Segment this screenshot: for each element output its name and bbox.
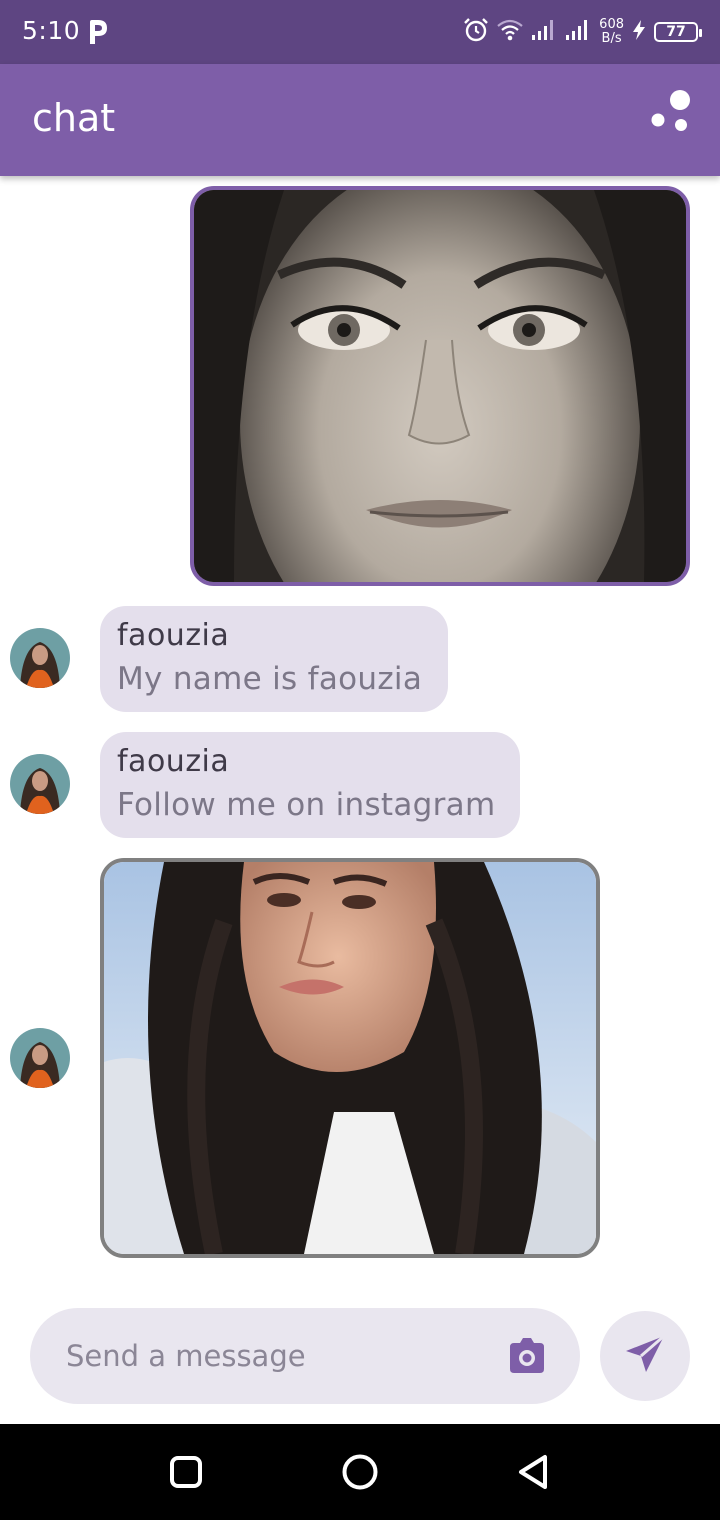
avatar[interactable] bbox=[10, 628, 70, 688]
avatar[interactable] bbox=[10, 754, 70, 814]
avatar[interactable] bbox=[10, 1028, 70, 1088]
camera-icon[interactable] bbox=[506, 1335, 548, 1377]
photo-portrait-selfie bbox=[104, 862, 596, 1254]
send-icon bbox=[624, 1334, 666, 1378]
message-composer bbox=[30, 1308, 580, 1404]
photo-portrait-sepia bbox=[194, 190, 686, 582]
net-speed: 608 B/s bbox=[599, 18, 624, 46]
send-button[interactable] bbox=[600, 1311, 690, 1401]
message-bubble[interactable]: faouzia My name is faouzia bbox=[100, 606, 448, 712]
message-bubble[interactable]: faouzia Follow me on instagram bbox=[100, 732, 520, 838]
chat-screen: 5:10 608 B/s 77 chat faouzia My name is … bbox=[0, 0, 720, 1520]
status-icons: 608 B/s 77 bbox=[463, 14, 702, 50]
battery-icon: 77 bbox=[654, 22, 702, 42]
three-dots-icon[interactable] bbox=[648, 88, 696, 136]
battery-level: 77 bbox=[666, 24, 686, 40]
received-image-message[interactable] bbox=[100, 858, 600, 1258]
message-text: Follow me on instagram bbox=[117, 787, 496, 823]
signal-icon bbox=[531, 19, 557, 45]
back-icon[interactable] bbox=[514, 1452, 554, 1492]
pinterest-p-icon bbox=[86, 19, 108, 45]
message-text: My name is faouzia bbox=[117, 661, 423, 697]
message-sender: faouzia bbox=[117, 744, 230, 779]
sent-image-message[interactable] bbox=[190, 186, 690, 586]
net-speed-unit: B/s bbox=[601, 31, 622, 46]
charging-icon bbox=[632, 19, 646, 45]
status-time: 5:10 bbox=[22, 16, 81, 45]
alarm-icon bbox=[463, 17, 489, 47]
net-speed-value: 608 bbox=[599, 17, 624, 32]
app-bar: chat bbox=[0, 64, 720, 176]
page-title: chat bbox=[32, 96, 116, 140]
home-icon[interactable] bbox=[340, 1452, 380, 1492]
message-sender: faouzia bbox=[117, 618, 230, 653]
signal-icon bbox=[565, 19, 591, 45]
status-bar: 5:10 608 B/s 77 bbox=[0, 0, 720, 64]
wifi-icon bbox=[497, 19, 523, 45]
recents-icon[interactable] bbox=[166, 1452, 206, 1492]
system-nav-bar bbox=[0, 1424, 720, 1520]
message-input[interactable] bbox=[66, 1332, 486, 1380]
